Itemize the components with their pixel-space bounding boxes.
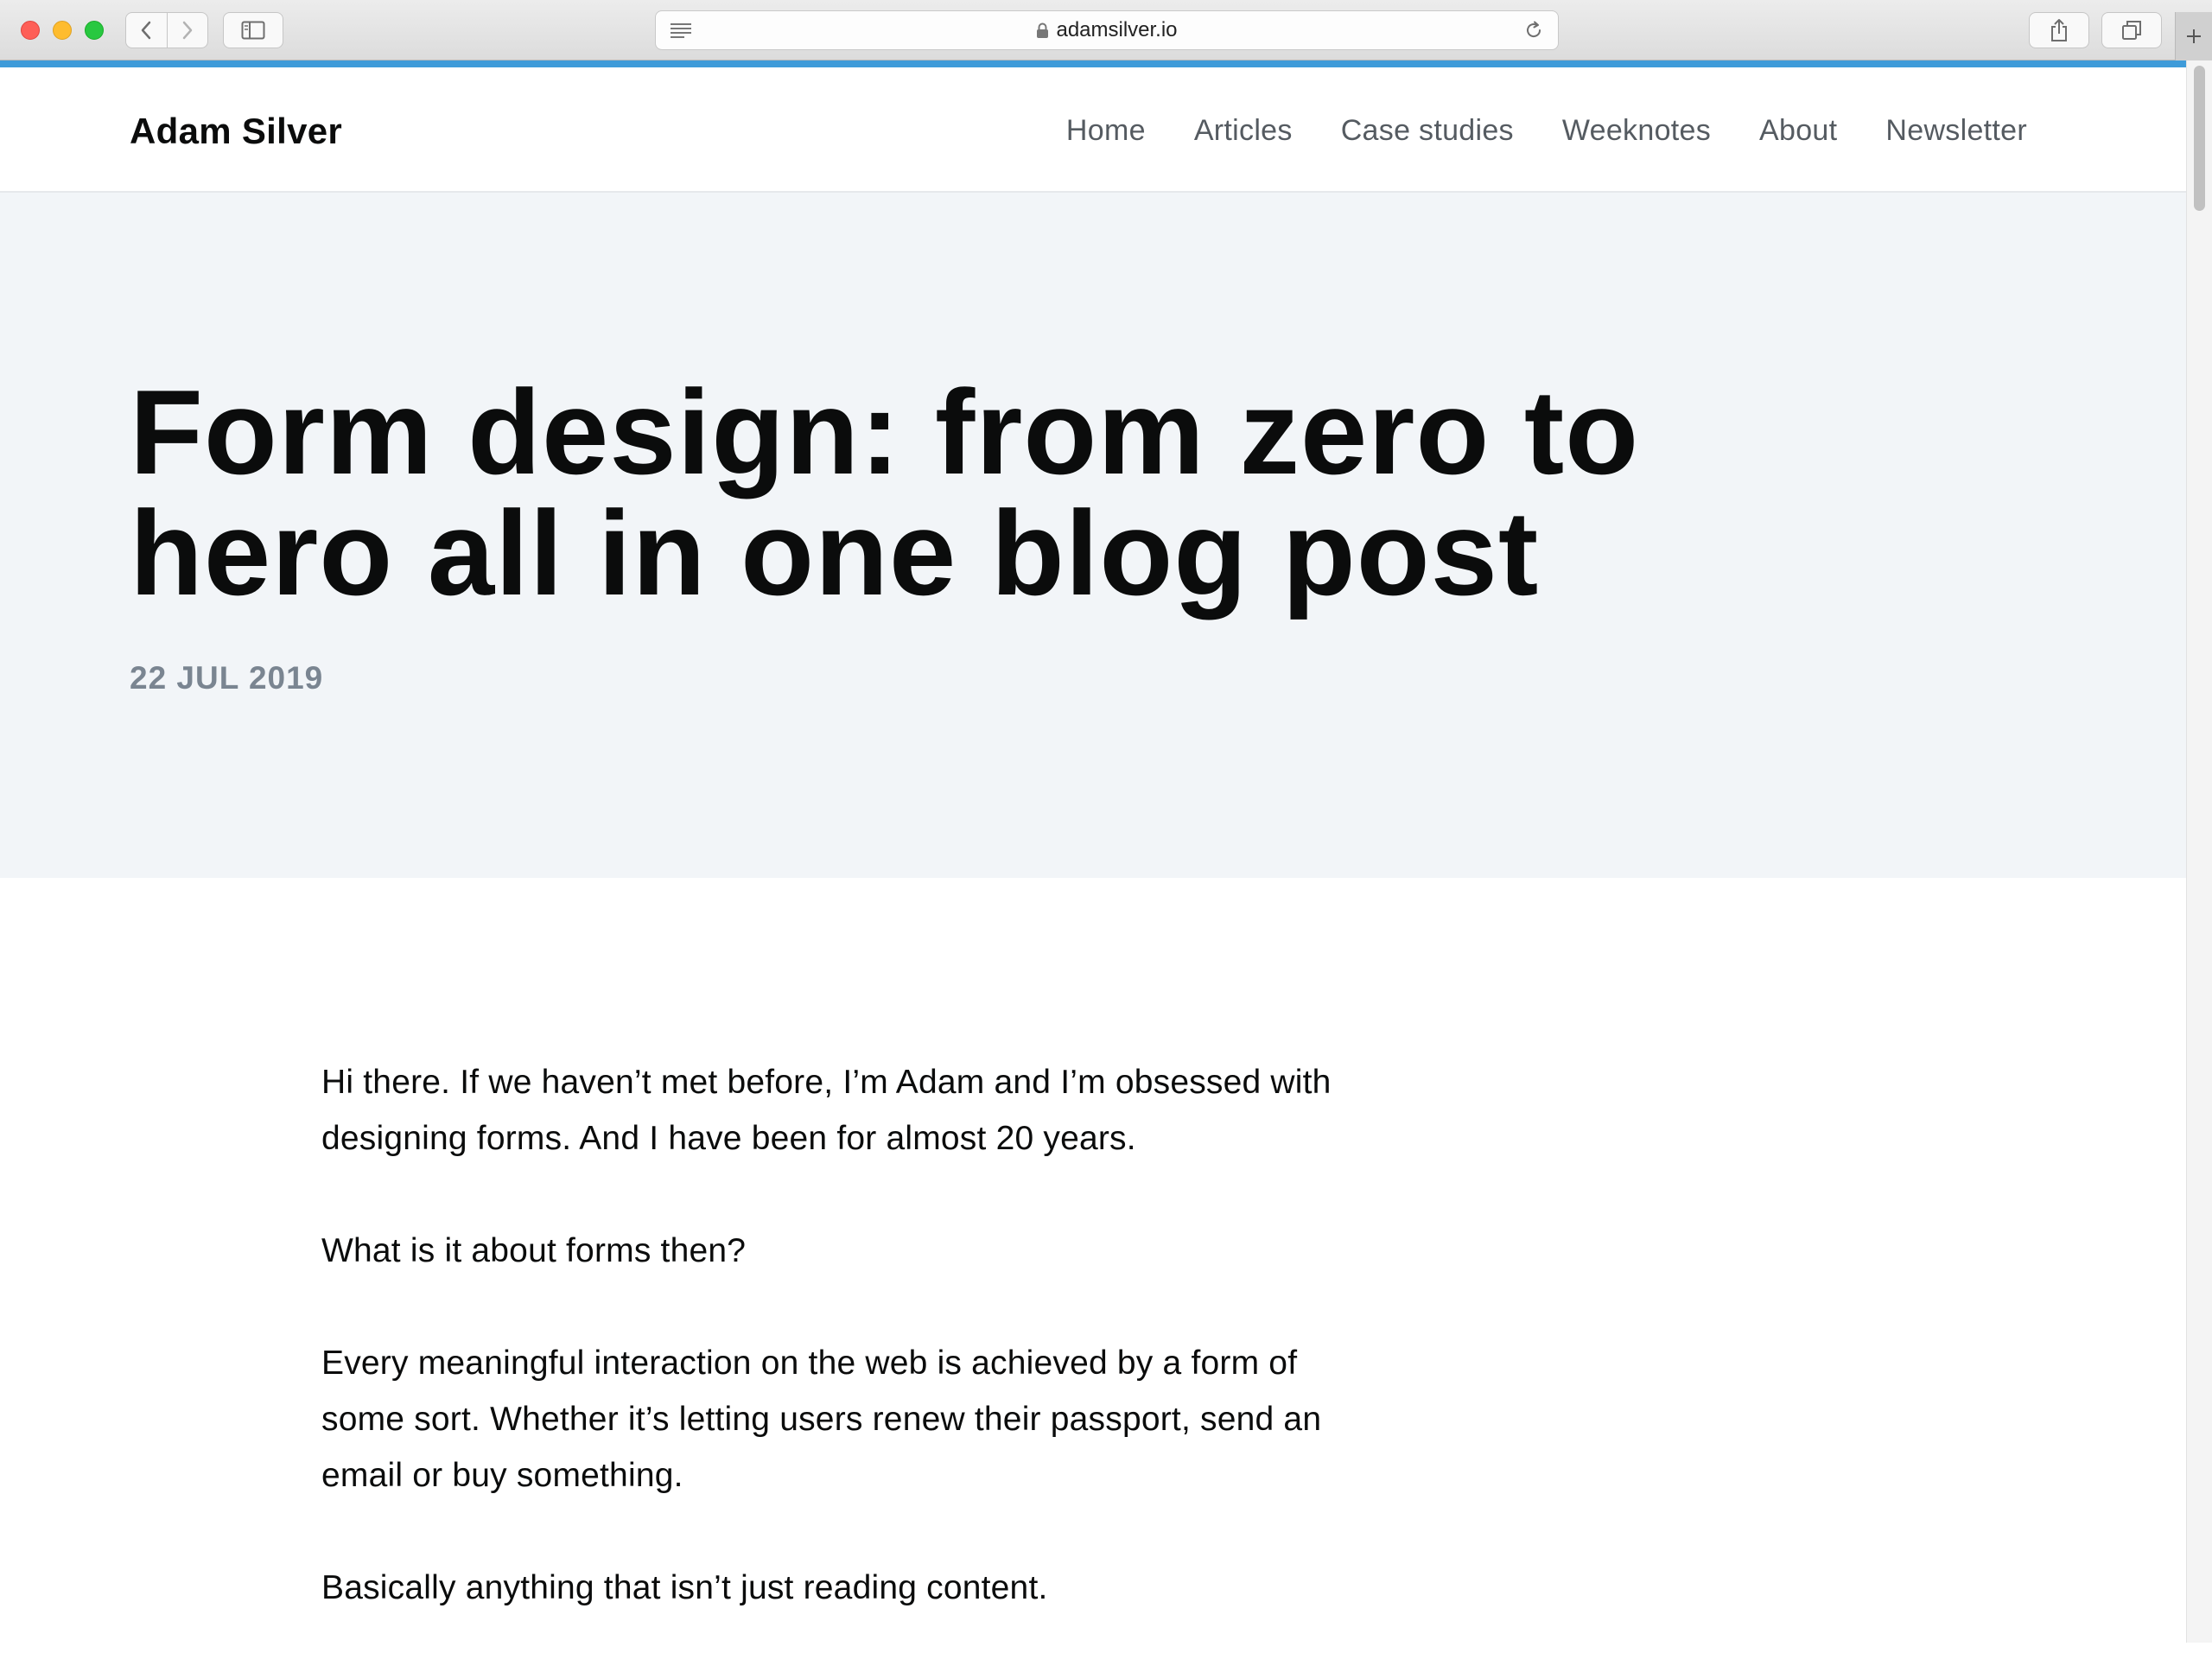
nav-link-home[interactable]: Home: [1066, 114, 1146, 148]
plus-icon: [2187, 29, 2201, 43]
article-hero: Form design: from zero to hero all in on…: [0, 193, 2186, 878]
minimize-window-button[interactable]: [53, 21, 72, 40]
show-tabs-button[interactable]: [2101, 12, 2162, 48]
nav-link-about[interactable]: About: [1759, 114, 1837, 148]
site-logo-link[interactable]: Adam Silver: [130, 111, 342, 152]
article-paragraph: Basically anything that isn’t just readi…: [321, 1569, 1048, 1606]
new-tab-button[interactable]: [2175, 12, 2212, 60]
article-paragraph: Every meaningful interaction on the web …: [321, 1345, 1322, 1494]
sidebar-toggle-button[interactable]: [223, 12, 283, 48]
nav-link-articles[interactable]: Articles: [1194, 114, 1293, 148]
zoom-window-button[interactable]: [85, 21, 104, 40]
scrollbar[interactable]: [2186, 60, 2212, 1643]
lock-icon: [1037, 22, 1049, 38]
article-date: 22 JUL 2019: [130, 660, 324, 696]
tabs-icon: [2122, 21, 2141, 40]
share-button[interactable]: [2029, 12, 2089, 48]
nav-link-weeknotes[interactable]: Weeknotes: [1562, 114, 1711, 148]
chevron-left-icon: [142, 21, 151, 40]
site-header: Adam Silver Home Articles Case studies W…: [0, 67, 2186, 193]
address-bar[interactable]: adamsilver.io: [655, 10, 1559, 50]
url-text: adamsilver.io: [1056, 18, 1178, 41]
nav-link-case-studies[interactable]: Case studies: [1341, 114, 1514, 148]
reload-icon[interactable]: [1523, 20, 1544, 41]
chevron-right-icon: [182, 21, 192, 40]
sidebar-icon: [241, 21, 265, 40]
forward-button[interactable]: [166, 13, 208, 48]
history-navigation: [125, 12, 208, 48]
browser-toolbar: adamsilver.io: [0, 0, 2212, 60]
article-title: Form design: from zero to hero all in on…: [130, 366, 1640, 620]
article-paragraph: What is it about forms then?: [321, 1232, 747, 1269]
nav-link-newsletter[interactable]: Newsletter: [1885, 114, 2027, 148]
share-icon: [2051, 19, 2067, 41]
url-display[interactable]: adamsilver.io: [656, 11, 1558, 49]
close-window-button[interactable]: [21, 21, 40, 40]
article-paragraph: Hi there. If we haven’t met before, I’m …: [321, 1064, 1332, 1157]
back-button[interactable]: [126, 13, 167, 48]
main-navigation: Home Articles Case studies Weeknotes Abo…: [1066, 114, 2027, 148]
article-body: Hi there. If we haven’t met before, I’m …: [321, 1054, 1341, 1672]
scrollbar-thumb[interactable]: [2194, 66, 2205, 211]
page-load-progress: [0, 60, 2186, 67]
